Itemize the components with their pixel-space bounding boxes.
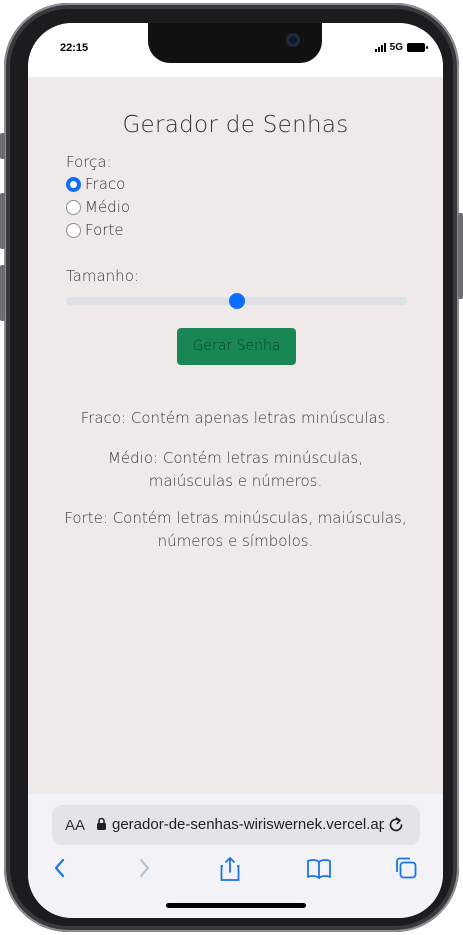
tabs-icon[interactable] <box>394 856 418 884</box>
bookmarks-icon[interactable] <box>306 856 332 884</box>
option-fraco[interactable]: Fraco <box>66 175 125 193</box>
strength-label: Força: <box>66 153 112 171</box>
generate-password-button[interactable]: Gerar Senha <box>177 328 296 365</box>
radio-fraco[interactable] <box>66 176 81 192</box>
slider-thumb[interactable] <box>228 293 245 309</box>
front-camera <box>286 33 300 47</box>
mute-switch <box>0 133 5 159</box>
description-medio: Médio: Contém letras minúsculas, maiúscu… <box>107 449 364 490</box>
battery-icon <box>407 43 428 52</box>
status-indicators: 5G <box>374 42 428 53</box>
signal-icon <box>374 43 386 52</box>
address-bar[interactable]: AA gerador-de-senhas-wiriswernek.vercel.… <box>52 805 420 845</box>
radio-medio[interactable] <box>66 199 81 215</box>
page-title: Gerador de Senhas <box>122 112 349 138</box>
url-text[interactable]: gerador-de-senhas-wiriswernek.vercel.app <box>112 816 384 833</box>
volume-down-button <box>0 265 5 321</box>
status-bar: 22:15 5G <box>28 23 443 77</box>
option-label: Fraco <box>85 175 126 193</box>
option-label: Forte <box>85 221 124 239</box>
screen: 22:15 5G Gerador de Senhas Força: Fraco <box>28 23 443 918</box>
back-icon[interactable] <box>52 856 68 884</box>
size-slider[interactable] <box>66 293 407 309</box>
browser-toolbar: AA gerador-de-senhas-wiriswernek.vercel.… <box>28 794 443 918</box>
aa-label: AA <box>65 817 86 834</box>
radio-forte[interactable] <box>66 222 81 238</box>
size-label: Tamanho: <box>66 267 139 285</box>
forward-icon[interactable] <box>136 856 152 884</box>
reload-icon[interactable] <box>386 815 406 840</box>
notch <box>148 23 322 63</box>
option-medio[interactable]: Médio <box>66 198 130 216</box>
status-time: 22:15 <box>60 42 89 54</box>
description-fraco: Fraco: Contém apenas letras minúsculas. <box>80 409 391 427</box>
option-forte[interactable]: Forte <box>66 221 124 239</box>
web-page: Gerador de Senhas Força: Fraco Médio For… <box>28 77 443 794</box>
network-label: 5G <box>389 42 403 53</box>
share-icon[interactable] <box>219 856 241 886</box>
lock-icon <box>96 817 107 836</box>
volume-up-button <box>0 193 5 249</box>
reader-settings-button[interactable]: AA <box>65 817 85 834</box>
option-label: Médio <box>85 198 131 216</box>
phone-frame: 22:15 5G Gerador de Senhas Força: Fraco <box>0 3 463 932</box>
power-button <box>458 213 463 299</box>
description-forte: Forte: Contém letras minúsculas, maiúscu… <box>64 509 407 550</box>
home-indicator <box>166 903 306 908</box>
